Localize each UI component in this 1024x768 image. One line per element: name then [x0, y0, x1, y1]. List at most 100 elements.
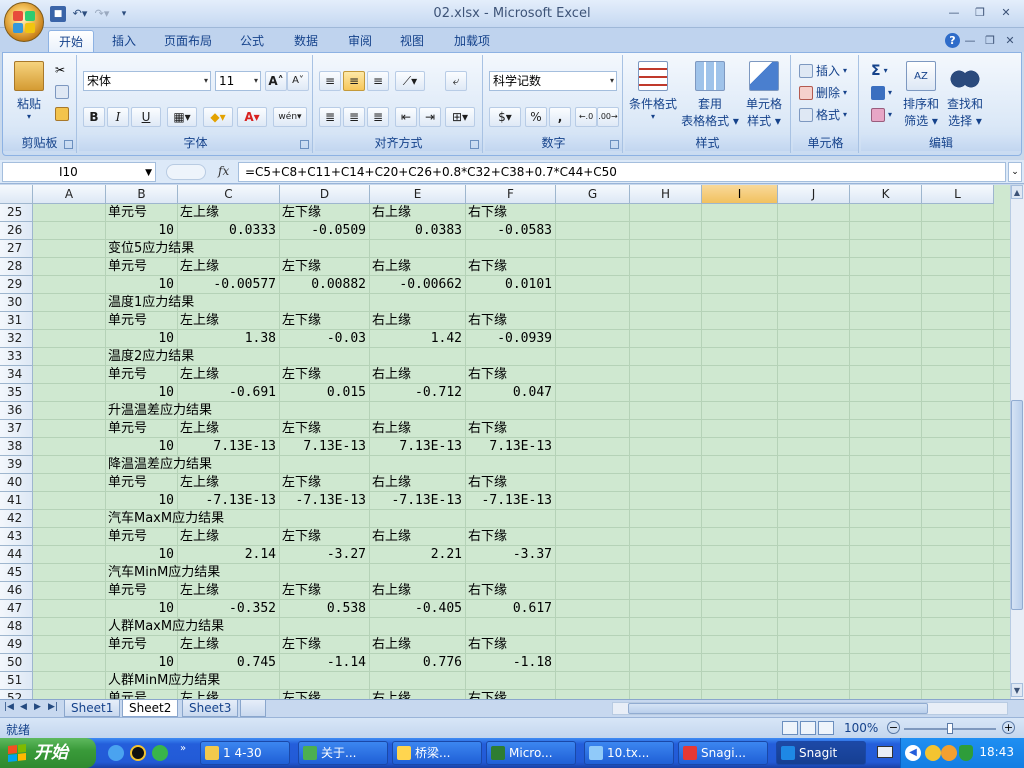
cell-d34[interactable]: 左下缘 [282, 366, 321, 384]
cell-d44[interactable]: -3.27 [280, 546, 366, 564]
insert-sheet-icon[interactable] [240, 700, 266, 717]
cell-d35[interactable]: 0.015 [280, 384, 366, 402]
row-header[interactable]: 51 [0, 672, 33, 690]
cell-c28[interactable]: 左上缘 [180, 258, 219, 276]
cell-e40[interactable]: 右上缘 [372, 474, 411, 492]
cell-e28[interactable]: 右上缘 [372, 258, 411, 276]
align-top-button[interactable]: ≡ [319, 71, 341, 91]
column-header-d[interactable]: D [280, 185, 370, 204]
keyboard-icon[interactable] [877, 746, 893, 758]
autosum-button[interactable]: Σ ▾ [871, 61, 888, 81]
cell-c29[interactable]: -0.00577 [178, 276, 276, 294]
tray-qq-icon[interactable] [925, 745, 941, 761]
cell-e35[interactable]: -0.712 [370, 384, 462, 402]
workbook-restore-icon[interactable]: ❐ [982, 32, 998, 50]
cell-d25[interactable]: 左下缘 [282, 204, 321, 222]
font-size-combo[interactable]: 11 ▾ [215, 71, 261, 91]
cell-e47[interactable]: -0.405 [370, 600, 462, 618]
phonetic-button[interactable]: wén▾ [273, 107, 307, 127]
taskbar-task[interactable]: Snagi... [678, 741, 768, 765]
align-left-button[interactable]: ≣ [319, 107, 341, 127]
cell-e43[interactable]: 右上缘 [372, 528, 411, 546]
next-sheet-icon[interactable]: ▶ [34, 702, 41, 712]
row-header[interactable]: 26 [0, 222, 33, 240]
cell-c44[interactable]: 2.14 [178, 546, 276, 564]
cell-b36[interactable]: 升温温差应力结果 [108, 402, 212, 420]
cell-d43[interactable]: 左下缘 [282, 528, 321, 546]
clipboard-launcher-icon[interactable] [64, 140, 73, 149]
row-header[interactable]: 38 [0, 438, 33, 456]
cell-f47[interactable]: 0.617 [466, 600, 552, 618]
cell-e44[interactable]: 2.21 [370, 546, 462, 564]
cell-d32[interactable]: -0.03 [280, 330, 366, 348]
cell-c31[interactable]: 左上缘 [180, 312, 219, 330]
paste-button[interactable]: 粘贴 ▾ [9, 61, 49, 121]
cell-b42[interactable]: 汽车MaxM应力结果 [108, 510, 224, 528]
zoom-level[interactable]: 100% [844, 721, 878, 735]
column-header-e[interactable]: E [370, 185, 466, 204]
row-header[interactable]: 35 [0, 384, 33, 402]
find-select-button[interactable]: 查找和 选择 ▾ [943, 61, 987, 129]
name-box-dropdown-icon[interactable]: ▼ [145, 164, 152, 182]
row-header[interactable]: 48 [0, 618, 33, 636]
row-header[interactable]: 39 [0, 456, 33, 474]
prev-sheet-icon[interactable]: ◀ [20, 702, 27, 712]
cell-b48[interactable]: 人群MaxM应力结果 [108, 618, 224, 636]
cell-b29[interactable]: 10 [106, 276, 174, 294]
cell-c32[interactable]: 1.38 [178, 330, 276, 348]
normal-view-icon[interactable] [782, 721, 798, 735]
cell-f34[interactable]: 右下缘 [468, 366, 507, 384]
first-sheet-icon[interactable]: |◀ [4, 702, 14, 712]
row-header[interactable]: 44 [0, 546, 33, 564]
name-box[interactable]: I10 ▼ [2, 162, 156, 182]
percent-button[interactable]: % [525, 107, 547, 127]
cell-c52[interactable]: 左上缘 [180, 690, 219, 699]
number-launcher-icon[interactable] [610, 140, 619, 149]
cell-f28[interactable]: 右下缘 [468, 258, 507, 276]
cell-e50[interactable]: 0.776 [370, 654, 462, 672]
cell-f44[interactable]: -3.37 [466, 546, 552, 564]
bold-button[interactable]: B [83, 107, 105, 127]
cell-b41[interactable]: 10 [106, 492, 174, 510]
cell-e32[interactable]: 1.42 [370, 330, 462, 348]
tab-4[interactable]: 数据 [286, 30, 326, 52]
taskbar-task[interactable]: 1 4-30 [200, 741, 290, 765]
tray-security-icon[interactable] [959, 745, 973, 761]
zoom-in-icon[interactable]: + [1002, 721, 1015, 734]
cell-e26[interactable]: 0.0383 [370, 222, 462, 240]
minimize-icon[interactable]: — [942, 4, 966, 22]
cell-f49[interactable]: 右下缘 [468, 636, 507, 654]
wrap-text-button[interactable]: ⤶ [445, 71, 467, 91]
tab-5[interactable]: 审阅 [340, 30, 380, 52]
horizontal-scroll-thumb[interactable] [628, 703, 928, 714]
column-header-i[interactable]: I [702, 185, 778, 204]
align-bottom-button[interactable]: ≡ [367, 71, 389, 91]
increase-indent-button[interactable]: ⇥ [419, 107, 441, 127]
scroll-down-icon[interactable]: ▼ [1011, 683, 1023, 697]
cell-d50[interactable]: -1.14 [280, 654, 366, 672]
cell-b27[interactable]: 变位5应力结果 [108, 240, 194, 258]
expand-formula-icon[interactable]: ⌄ [1008, 162, 1022, 182]
taskbar-task[interactable]: 关于... [298, 741, 388, 765]
taskbar-task[interactable]: Micro... [486, 741, 576, 765]
tab-3[interactable]: 公式 [232, 30, 272, 52]
tab-7[interactable]: 加载项 [444, 30, 500, 52]
row-header[interactable]: 27 [0, 240, 33, 258]
cell-b32[interactable]: 10 [106, 330, 174, 348]
page-break-view-icon[interactable] [818, 721, 834, 735]
row-header[interactable]: 29 [0, 276, 33, 294]
sheet-tab-3[interactable]: Sheet3 [182, 700, 239, 717]
row-header[interactable]: 31 [0, 312, 33, 330]
align-right-button[interactable]: ≣ [367, 107, 389, 127]
worksheet-grid[interactable]: A B C D E F G H I J K L 25 单元号 左上缘 左下缘 右上缘 右下缘 26 10 0.0333-… [0, 185, 1010, 699]
cell-styles-button[interactable]: 单元格 样式 ▾ [741, 61, 787, 129]
decrease-indent-button[interactable]: ⇤ [395, 107, 417, 127]
cell-b38[interactable]: 10 [106, 438, 174, 456]
number-format-combo[interactable]: 科学记数 ▾ [489, 71, 617, 91]
cell-c50[interactable]: 0.745 [178, 654, 276, 672]
cell-b43[interactable]: 单元号 [108, 528, 147, 546]
tab-2[interactable]: 页面布局 [156, 30, 220, 52]
insert-cells-button[interactable]: 插入 ▾ [799, 61, 847, 81]
close-icon[interactable]: ✕ [994, 4, 1018, 22]
format-cells-button[interactable]: 格式 ▾ [799, 105, 847, 125]
